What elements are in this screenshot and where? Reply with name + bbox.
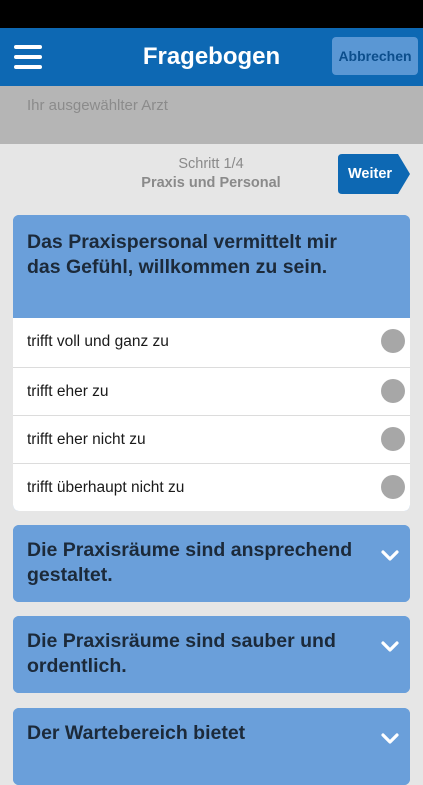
menu-line (14, 45, 42, 49)
menu-line (14, 65, 42, 69)
question-header[interactable]: Der Wartebereich bietet (13, 708, 410, 785)
question-text: Die Praxisräume sind sauber und ordentli… (27, 630, 336, 677)
answer-option-label: trifft überhaupt nicht zu (27, 479, 185, 496)
radio-button[interactable] (381, 427, 405, 451)
question-header[interactable]: Die Praxisräume sind sauber und ordentli… (13, 616, 410, 693)
radio-button[interactable] (381, 329, 405, 353)
question-card: Das Praxispersonal vermittelt mir das Ge… (13, 215, 410, 511)
step-bar: Schritt 1/4 Praxis und Personal Weiter (0, 144, 423, 204)
question-card: Die Praxisräume sind sauber und ordentli… (13, 616, 410, 693)
question-text: Das Praxispersonal vermittelt mir das Ge… (27, 231, 337, 278)
selected-doctor-field[interactable]: Ihr ausgewählter Arzt (0, 86, 423, 144)
next-button-label: Weiter (347, 166, 393, 182)
radio-button[interactable] (381, 475, 405, 499)
cancel-button[interactable]: Abbrechen (332, 37, 418, 75)
menu-line (14, 55, 42, 59)
step-section-title: Praxis und Personal (141, 175, 281, 191)
chevron-down-icon (381, 641, 399, 652)
question-text: Der Wartebereich bietet (27, 722, 246, 744)
question-card: Die Praxisräume sind ansprechend gestalt… (13, 525, 410, 602)
next-button[interactable]: Weiter (338, 154, 410, 194)
question-header[interactable]: Das Praxispersonal vermittelt mir das Ge… (13, 215, 410, 318)
radio-button[interactable] (381, 379, 405, 403)
answer-option-label: trifft eher nicht zu (27, 431, 146, 448)
answer-option[interactable]: trifft überhaupt nicht zu (13, 463, 410, 511)
answer-option[interactable]: trifft voll und ganz zu (13, 318, 410, 367)
question-card: Der Wartebereich bietet (13, 708, 410, 785)
status-bar (0, 0, 423, 28)
question-header[interactable]: Die Praxisräume sind ansprechend gestalt… (13, 525, 410, 602)
question-text: Die Praxisräume sind ansprechend gestalt… (27, 539, 353, 586)
answer-option[interactable]: trifft eher zu (13, 367, 410, 415)
step-counter: Schritt 1/4 (178, 156, 244, 172)
chevron-down-icon (381, 733, 399, 744)
selected-doctor-placeholder: Ihr ausgewählter Arzt (27, 97, 168, 114)
answer-option-label: trifft eher zu (27, 383, 109, 400)
answer-option[interactable]: trifft eher nicht zu (13, 415, 410, 463)
chevron-down-icon (381, 550, 399, 561)
step-info: Schritt 1/4 Praxis und Personal (86, 155, 336, 193)
answer-option-label: trifft voll und ganz zu (27, 333, 169, 350)
navigation-bar: Fragebogen Abbrechen (0, 28, 423, 86)
hamburger-menu-icon[interactable] (14, 45, 42, 69)
answer-options: trifft voll und ganz zu trifft eher zu t… (13, 318, 410, 511)
